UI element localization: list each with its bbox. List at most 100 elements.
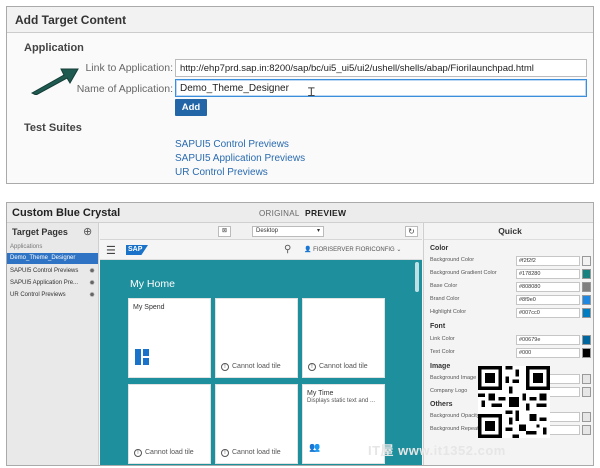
tile-error[interactable]: ! Cannot load tile xyxy=(302,298,385,378)
tile-error[interactable]: ! Cannot load tile xyxy=(215,298,298,378)
property-row: Link Color #00679e xyxy=(430,335,591,346)
test-suite-link-sapui5-application-previews[interactable]: SAPUI5 Application Previews xyxy=(175,153,305,164)
property-label: Background Color xyxy=(430,257,475,263)
target-page-label: UR Control Previews xyxy=(10,292,66,298)
target-page-item[interactable]: UR Control Previews ✹ xyxy=(7,290,98,301)
property-row: Brand Color #8f9e0 xyxy=(430,295,591,306)
cannot-load-message: ! Cannot load tile xyxy=(308,363,368,371)
tile-title: My Time xyxy=(307,390,334,397)
tile-my-spend[interactable]: My Spend xyxy=(128,298,211,378)
target-page-label: SAPUI5 Application Pre... xyxy=(10,280,79,286)
shell-header: ☰ SAP ⚲ 👤 FIORISERVER FIORICONFIG ⌄ xyxy=(100,240,422,260)
color-swatch[interactable] xyxy=(582,348,591,358)
property-value-input[interactable]: #007cc0 xyxy=(516,308,580,318)
refresh-icon[interactable]: ↻ xyxy=(405,226,418,237)
color-swatch[interactable] xyxy=(582,269,591,279)
font-section-title: Font xyxy=(430,323,446,330)
property-label: Company Logo xyxy=(430,388,468,394)
property-label: Text Color xyxy=(430,349,455,355)
user-menu[interactable]: 👤 FIORISERVER FIORICONFIG ⌄ xyxy=(304,246,401,253)
quick-panel-title: Quick xyxy=(424,223,593,240)
target-page-item[interactable]: Demo_Theme_Designer xyxy=(7,253,98,264)
property-label: Highlight Color xyxy=(430,309,467,315)
property-value-input[interactable]: #808080 xyxy=(516,282,580,292)
target-pages-title: Target Pages xyxy=(12,227,68,237)
tile-title: My Spend xyxy=(133,304,165,311)
target-page-item[interactable]: SAPUI5 Application Pre... ✹ xyxy=(7,278,98,289)
tile-subtitle: Displays static text and ... xyxy=(307,398,376,404)
cannot-load-message: ! Cannot load tile xyxy=(221,363,281,371)
test-suite-link-sapui5-control-previews[interactable]: SAPUI5 Control Previews xyxy=(175,139,289,150)
info-icon: ! xyxy=(134,449,142,457)
spend-chart-icon xyxy=(135,349,149,365)
designer-title-bar: Custom Blue Crystal ORIGINAL PREVIEW xyxy=(7,203,593,223)
application-section-title: Application xyxy=(24,42,84,54)
others-section-title: Others xyxy=(430,401,453,408)
add-target-page-icon[interactable]: ⊕ xyxy=(83,225,92,238)
original-mode-toggle[interactable]: ORIGINAL xyxy=(259,209,300,218)
dialog-title: Add Target Content xyxy=(7,7,593,33)
property-row: Text Color #000 xyxy=(430,348,591,359)
property-value-input[interactable]: #178280 xyxy=(516,269,580,279)
gear-icon[interactable]: ✹ xyxy=(89,291,95,299)
property-row: Base Color #808080 xyxy=(430,282,591,293)
property-row: Highlight Color #007cc0 xyxy=(430,308,591,319)
fit-to-screen-icon[interactable]: ⊠ xyxy=(218,226,231,237)
cannot-load-message: ! Cannot load tile xyxy=(134,449,194,457)
property-value-input[interactable]: #8f9e0 xyxy=(516,295,580,305)
link-to-application-input[interactable]: http://ehp7prd.sap.in:8200/sap/bc/ui5_ui… xyxy=(175,59,587,77)
people-icon: 👥 xyxy=(309,442,321,452)
launchpad-preview: ☰ SAP ⚲ 👤 FIORISERVER FIORICONFIG ⌄ My H… xyxy=(100,240,422,465)
cannot-load-message: ! Cannot load tile xyxy=(221,449,281,457)
text-cursor-icon: Ɪ xyxy=(308,85,315,99)
property-label: Background Gradient Color xyxy=(430,270,497,276)
page-title: My Home xyxy=(130,278,175,290)
property-label: Background Repeat xyxy=(430,426,479,432)
qr-code-image xyxy=(478,366,550,438)
property-row: Background Gradient Color #178280 xyxy=(430,269,591,280)
device-select[interactable]: Desktop ▾ xyxy=(252,226,324,237)
target-page-label: Demo_Theme_Designer xyxy=(10,255,76,261)
search-icon[interactable]: ⚲ xyxy=(284,244,291,255)
menu-icon[interactable]: ☰ xyxy=(106,244,116,257)
color-swatch[interactable] xyxy=(582,308,591,318)
test-suite-link-ur-control-previews[interactable]: UR Control Previews xyxy=(175,167,268,178)
property-value-input[interactable]: #00679e xyxy=(516,335,580,345)
scrollbar[interactable] xyxy=(415,262,419,292)
tile-error[interactable]: ! Cannot load tile xyxy=(128,384,211,464)
add-target-content-dialog: Add Target Content Application Link to A… xyxy=(6,6,594,184)
gear-icon[interactable]: ✹ xyxy=(89,267,95,275)
property-label: Background Opacity xyxy=(430,413,480,419)
gear-icon[interactable]: ✹ xyxy=(89,279,95,287)
color-swatch[interactable] xyxy=(582,374,591,384)
color-swatch[interactable] xyxy=(582,256,591,266)
chevron-down-icon: ▾ xyxy=(316,228,320,234)
add-button[interactable]: Add xyxy=(175,99,207,116)
test-suites-section-title: Test Suites xyxy=(24,122,82,134)
image-section-title: Image xyxy=(430,363,451,370)
tile-error[interactable]: ! Cannot load tile xyxy=(215,384,298,464)
property-value-input[interactable]: #f2f2f2 xyxy=(516,256,580,266)
pointer-arrow-icon xyxy=(30,68,79,95)
info-icon: ! xyxy=(221,363,229,371)
color-swatch[interactable] xyxy=(582,295,591,305)
device-select-value: Desktop xyxy=(256,228,279,234)
color-swatch[interactable] xyxy=(582,412,591,422)
preview-mode-toggle[interactable]: PREVIEW xyxy=(305,208,346,218)
name-of-application-input[interactable]: Demo_Theme_Designer xyxy=(175,79,587,97)
user-name: FIORISERVER FIORICONFIG xyxy=(313,247,395,253)
sap-logo: SAP xyxy=(126,245,148,255)
site-watermark: IT屋 www.it1352.com xyxy=(368,443,506,458)
property-label: Link Color xyxy=(430,336,455,342)
property-value-input[interactable]: #000 xyxy=(516,348,580,358)
color-section-title: Color xyxy=(430,245,449,252)
info-icon: ! xyxy=(308,363,316,371)
target-page-item[interactable]: SAPUI5 Control Previews ✹ xyxy=(7,266,98,277)
color-swatch[interactable] xyxy=(582,335,591,345)
color-swatch[interactable] xyxy=(582,425,591,435)
info-icon: ! xyxy=(221,449,229,457)
preview-toolbar: ⊠ Desktop ▾ ↻ xyxy=(100,223,422,240)
color-swatch[interactable] xyxy=(582,282,591,292)
color-swatch[interactable] xyxy=(582,387,591,397)
property-label: Brand Color xyxy=(430,296,460,302)
